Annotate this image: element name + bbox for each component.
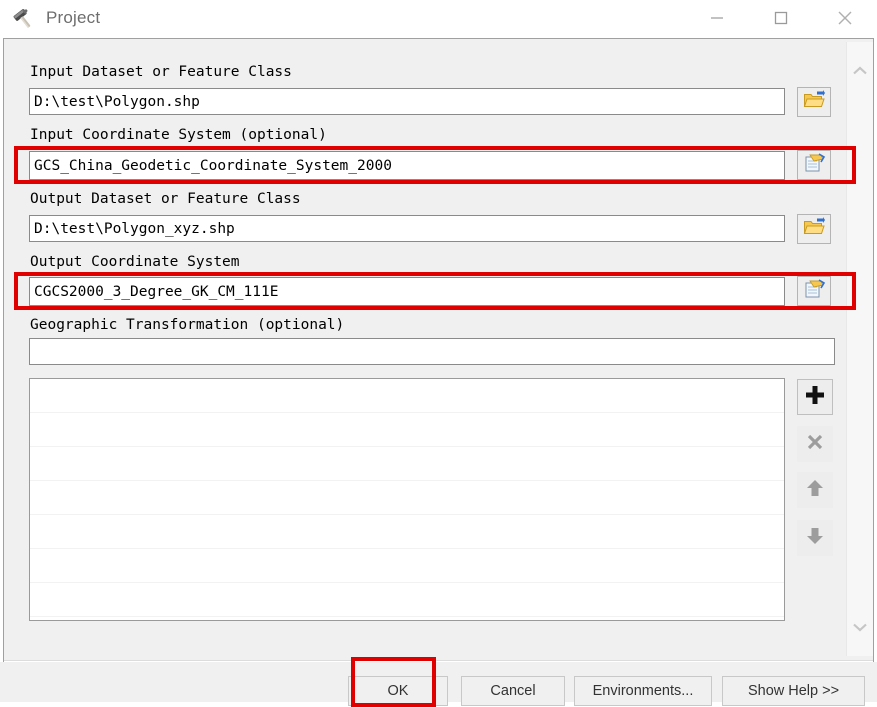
move-down-button[interactable] [797,520,833,556]
chevron-down-icon[interactable] [847,612,873,642]
input-coordinate-system-field[interactable]: GCS_China_Geodetic_Coordinate_System_200… [29,151,785,180]
title-bar: Project [0,0,877,36]
output-coordinate-system-field[interactable]: CGCS2000_3_Degree_GK_CM_111E [29,277,785,306]
output-dataset-field[interactable]: D:\test\Polygon_xyz.shp [29,215,785,242]
list-item[interactable] [30,447,784,481]
minimize-button[interactable] [685,0,749,36]
input-dataset-browse-button[interactable] [797,87,831,117]
geographic-transformation-label: Geographic Transformation (optional) [30,317,345,333]
transformation-list[interactable] [29,378,785,621]
close-x-icon [804,431,826,458]
window-controls [685,0,877,36]
remove-button[interactable] [797,426,833,462]
list-item[interactable] [30,379,784,413]
list-item[interactable] [30,481,784,515]
vertical-scrollbar[interactable] [846,42,873,656]
coordinate-system-icon [803,152,826,178]
list-item[interactable] [30,583,784,617]
arrow-down-icon [804,525,826,552]
plus-icon [803,383,827,412]
output-coordinate-system-label: Output Coordinate System [30,254,240,270]
add-button[interactable] [797,379,833,415]
chevron-up-icon[interactable] [847,56,873,86]
geographic-transformation-field[interactable] [29,338,835,365]
maximize-button[interactable] [749,0,813,36]
list-item[interactable] [30,413,784,447]
input-dataset-label: Input Dataset or Feature Class [30,64,292,80]
open-folder-icon [803,89,825,115]
arrow-up-icon [804,477,826,504]
input-dataset-field[interactable]: D:\test\Polygon.shp [29,88,785,115]
output-coordinate-system-browse-button[interactable] [797,276,831,306]
coordinate-system-icon [803,278,826,304]
open-folder-icon [803,216,825,242]
input-coordinate-system-label: Input Coordinate System (optional) [30,127,327,143]
window-title: Project [46,8,101,27]
hammer-icon [12,5,38,31]
output-dataset-label: Output Dataset or Feature Class [30,191,301,207]
move-up-button[interactable] [797,472,833,508]
input-coordinate-system-browse-button[interactable] [797,150,831,180]
list-item[interactable] [30,549,784,583]
list-item[interactable] [30,515,784,549]
close-button[interactable] [813,0,877,36]
output-dataset-browse-button[interactable] [797,214,831,244]
